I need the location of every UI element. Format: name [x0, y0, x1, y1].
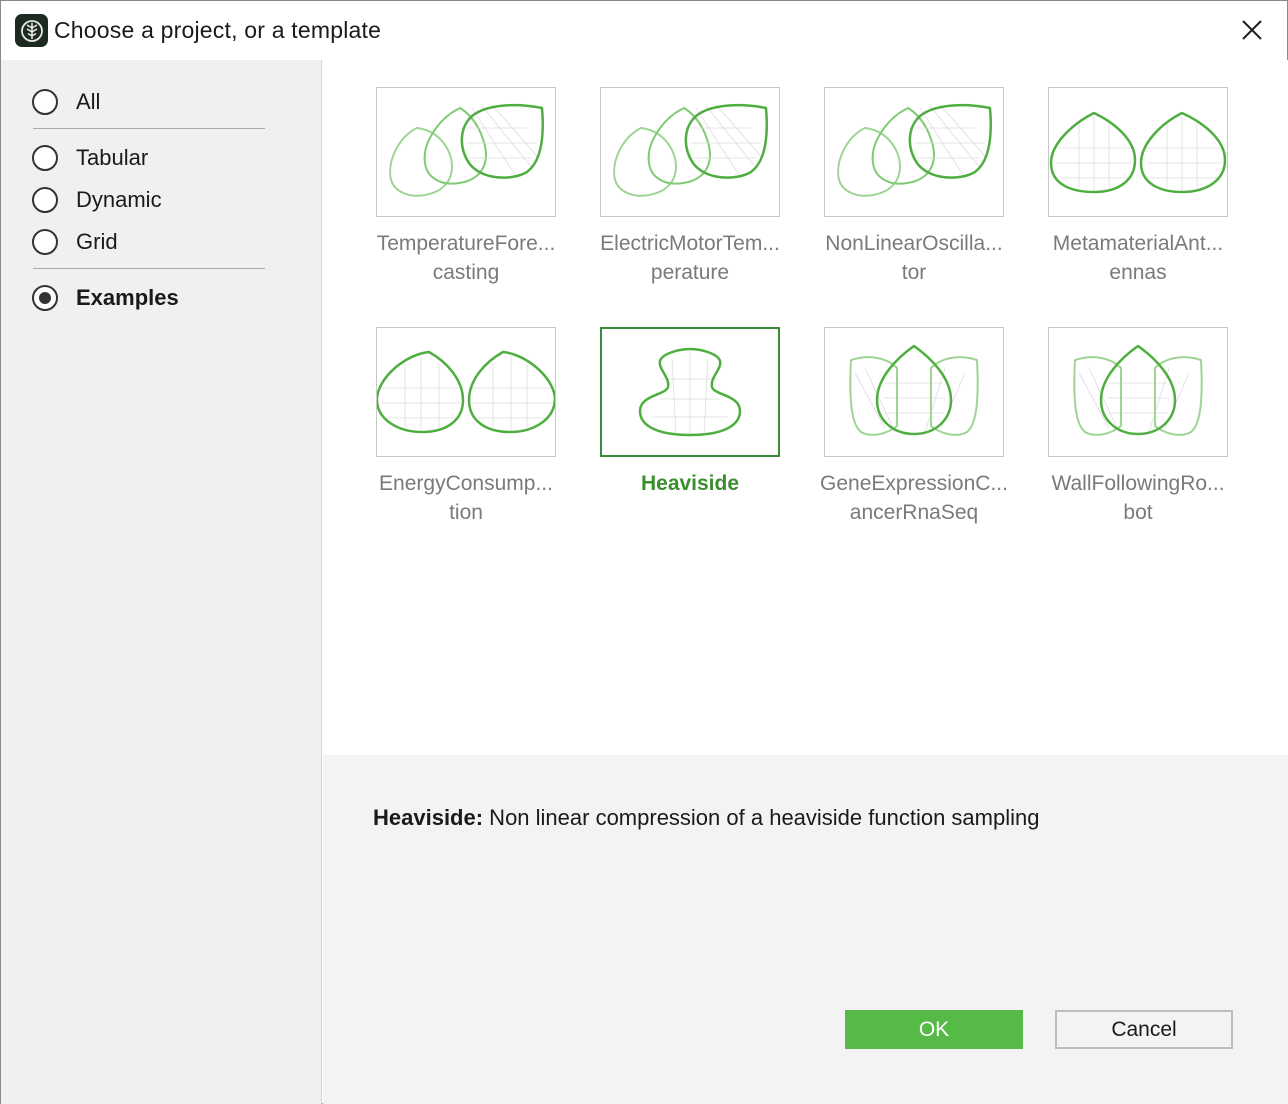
- radio-label: Tabular: [76, 145, 149, 170]
- radio-option-dynamic[interactable]: Dynamic: [32, 184, 162, 216]
- template-description: Heaviside: Non linear compression of a h…: [373, 805, 1039, 831]
- template-tile[interactable]: ElectricMotorTem... perature: [593, 87, 783, 287]
- template-label: TemperatureFore... casting: [376, 232, 556, 284]
- radio-button[interactable]: [32, 187, 58, 213]
- template-thumbnail: [824, 87, 1004, 217]
- overlapping-drops-icon: [389, 103, 544, 197]
- cancel-button[interactable]: Cancel: [1055, 1010, 1233, 1049]
- sidebar-divider: [33, 268, 265, 269]
- template-tile[interactable]: TemperatureFore... casting: [369, 87, 559, 287]
- radio-button[interactable]: [32, 89, 58, 115]
- category-sidebar: All Tabular Dynamic Grid Examples: [1, 60, 322, 1104]
- close-button[interactable]: [1237, 15, 1267, 45]
- lotus-icon: [1073, 344, 1203, 436]
- dialog-title: Choose a project, or a template: [54, 17, 382, 43]
- radio-option-grid[interactable]: Grid: [32, 226, 118, 258]
- lotus-icon: [849, 344, 979, 436]
- overlapping-drops-icon: [837, 103, 992, 197]
- description-text: Non linear compression of a heaviside fu…: [483, 805, 1040, 830]
- radio-option-examples[interactable]: Examples: [32, 282, 179, 314]
- radio-option-all[interactable]: All: [32, 86, 100, 118]
- radio-label: Grid: [76, 229, 118, 254]
- template-gallery: TemperatureFore... casting ElectricMotor…: [323, 60, 1288, 755]
- app-logo-icon: [15, 14, 48, 47]
- template-thumbnail: [1048, 327, 1228, 457]
- radio-label: Examples: [76, 285, 179, 310]
- template-tile-selected[interactable]: Heaviside: [593, 327, 783, 527]
- template-thumbnail: [376, 327, 556, 457]
- dialog-window: Choose a project, or a template All Tabu…: [0, 0, 1288, 1104]
- details-panel: Heaviside: Non linear compression of a h…: [323, 755, 1288, 1104]
- template-thumbnail: [824, 327, 1004, 457]
- template-label: EnergyConsump... tion: [379, 472, 553, 524]
- radio-label: Dynamic: [76, 187, 162, 212]
- template-tile[interactable]: EnergyConsump... tion: [369, 327, 559, 527]
- close-icon: [1242, 20, 1262, 40]
- description-name: Heaviside:: [373, 805, 484, 830]
- template-thumbnail: [376, 87, 556, 217]
- radio-button-checked[interactable]: [32, 285, 58, 311]
- template-label: MetamaterialAnt... ennas: [1052, 232, 1224, 284]
- template-tile[interactable]: NonLinearOscilla... tor: [817, 87, 1007, 287]
- radio-button[interactable]: [32, 229, 58, 255]
- twin-drops-icon: [377, 350, 555, 434]
- template-label: WallFollowingRo... bot: [1051, 472, 1225, 524]
- template-label: GeneExpressionC... ancerRnaSeq: [820, 472, 1008, 524]
- radio-option-tabular[interactable]: Tabular: [32, 142, 148, 174]
- template-thumbnail: [1048, 87, 1228, 217]
- radio-label: All: [76, 89, 101, 114]
- ok-button[interactable]: OK: [845, 1010, 1023, 1049]
- template-tile[interactable]: MetamaterialAnt... ennas: [1041, 87, 1231, 287]
- overlapping-drops-icon: [613, 103, 768, 197]
- sidebar-divider: [33, 128, 265, 129]
- template-label: ElectricMotorTem... perature: [600, 232, 780, 284]
- template-thumbnail: [600, 327, 780, 457]
- vase-icon: [638, 347, 742, 437]
- template-thumbnail: [600, 87, 780, 217]
- template-label: NonLinearOscilla... tor: [825, 232, 1003, 284]
- template-label: Heaviside: [640, 472, 740, 495]
- template-tile[interactable]: WallFollowingRo... bot: [1041, 327, 1231, 527]
- template-tile[interactable]: GeneExpressionC... ancerRnaSeq: [817, 327, 1008, 527]
- radio-button[interactable]: [32, 145, 58, 171]
- title-bar: Choose a project, or a template: [1, 1, 1287, 60]
- twin-drops-icon: [1049, 111, 1227, 194]
